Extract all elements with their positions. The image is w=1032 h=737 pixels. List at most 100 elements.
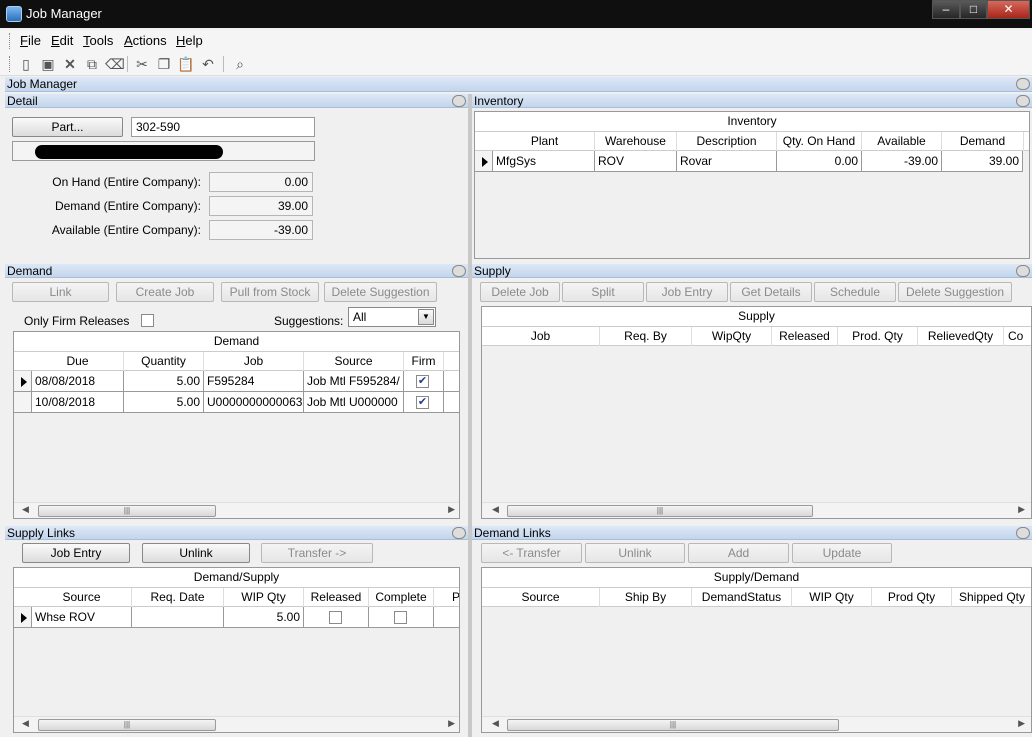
cell-job[interactable]: U0000000000063 xyxy=(204,392,304,412)
cell-released[interactable] xyxy=(304,607,369,627)
scroll-left-icon[interactable]: ◀ xyxy=(22,504,29,515)
complete-checkbox[interactable] xyxy=(394,611,407,624)
col-relievedqty[interactable]: RelievedQty xyxy=(918,327,1004,346)
released-checkbox[interactable] xyxy=(329,611,342,624)
minimize-button[interactable]: – xyxy=(932,0,960,19)
col-demand[interactable]: Demand xyxy=(942,132,1024,151)
cell-firm[interactable]: ✔ xyxy=(404,371,444,391)
menu-file[interactable]: File xyxy=(20,33,41,48)
col-wip-qty[interactable]: WIP Qty xyxy=(792,588,872,607)
part-description-field[interactable] xyxy=(12,141,315,161)
col-source[interactable]: Source xyxy=(304,352,404,371)
col-warehouse[interactable]: Warehouse xyxy=(595,132,677,151)
col-firm[interactable]: Firm xyxy=(404,352,444,371)
menu-help[interactable]: Help xyxy=(176,33,203,48)
cell-source[interactable]: Whse ROV xyxy=(32,607,132,627)
part-button[interactable]: Part... xyxy=(12,117,123,137)
col-wipqty[interactable]: WipQty xyxy=(692,327,772,346)
table-row[interactable]: 08/08/2018 5.00 F595284 Job Mtl F595284/… xyxy=(14,371,459,392)
row-selector[interactable] xyxy=(475,151,493,171)
cell-due[interactable]: 10/08/2018 xyxy=(32,392,124,412)
link-button[interactable]: Link xyxy=(12,282,109,302)
col-due[interactable]: Due xyxy=(32,352,124,371)
col-shipped-qty[interactable]: Shipped Qty xyxy=(952,588,1031,607)
scroll-right-icon[interactable]: ▶ xyxy=(1018,718,1025,729)
update-button[interactable]: Update xyxy=(792,543,892,563)
scrollbar-thumb[interactable]: ||| xyxy=(38,505,216,517)
cell-firm[interactable]: ✔ xyxy=(404,392,444,412)
cell-quantity[interactable]: 5.00 xyxy=(124,371,204,391)
save-icon[interactable]: ▣ xyxy=(39,55,57,73)
pin-icon[interactable] xyxy=(1016,95,1030,107)
cell-job[interactable]: F595284 xyxy=(204,371,304,391)
clear-icon[interactable]: ⌫ xyxy=(105,55,125,73)
part-number-field[interactable]: 302-590 xyxy=(131,117,315,137)
cell-source[interactable]: Job Mtl U000000 xyxy=(304,392,404,412)
col-wip-qty[interactable]: WIP Qty xyxy=(224,588,304,607)
scroll-right-icon[interactable]: ▶ xyxy=(448,504,455,515)
transfer-right-button[interactable]: Transfer -> xyxy=(261,543,373,563)
undo-icon[interactable]: ↶ xyxy=(199,55,217,73)
col-req-date[interactable]: Req. Date xyxy=(132,588,224,607)
add-button[interactable]: Add xyxy=(688,543,789,563)
col-p[interactable]: P xyxy=(434,588,459,607)
only-firm-checkbox[interactable] xyxy=(141,314,154,327)
cell-available[interactable]: -39.00 xyxy=(862,151,942,171)
split-button[interactable]: Split xyxy=(562,282,644,302)
scroll-left-icon[interactable]: ◀ xyxy=(492,504,499,515)
cut-icon[interactable]: ✂ xyxy=(133,55,151,73)
col-job[interactable]: Job xyxy=(204,352,304,371)
col-plant[interactable]: Plant xyxy=(495,132,595,151)
find-icon[interactable]: ⌕ xyxy=(231,55,249,73)
pin-icon[interactable] xyxy=(452,527,466,539)
pin-icon[interactable] xyxy=(452,265,466,277)
cell-req-date[interactable] xyxy=(132,607,224,627)
cell-quantity[interactable]: 5.00 xyxy=(124,392,204,412)
table-row[interactable]: MfgSys ROV Rovar 0.00 -39.00 39.00 xyxy=(475,151,1023,172)
col-complete[interactable]: Complete xyxy=(369,588,434,607)
scroll-right-icon[interactable]: ▶ xyxy=(448,718,455,729)
horizontal-scrollbar[interactable]: ◀ ||| ▶ xyxy=(482,716,1031,732)
cell-qty-on-hand[interactable]: 0.00 xyxy=(777,151,862,171)
schedule-button[interactable]: Schedule xyxy=(814,282,896,302)
scrollbar-thumb[interactable]: ||| xyxy=(507,719,839,731)
unlink-button[interactable]: Unlink xyxy=(142,543,250,563)
col-quantity[interactable]: Quantity xyxy=(124,352,204,371)
scroll-left-icon[interactable]: ◀ xyxy=(492,718,499,729)
copy-icon[interactable]: ❐ xyxy=(155,55,173,73)
row-selector[interactable] xyxy=(14,607,32,627)
suggestions-dropdown[interactable]: All ▼ xyxy=(348,307,436,327)
delete-job-button[interactable]: Delete Job xyxy=(480,282,560,302)
firm-checkbox[interactable]: ✔ xyxy=(416,396,429,409)
chevron-down-icon[interactable]: ▼ xyxy=(418,309,434,325)
col-ship-by[interactable]: Ship By xyxy=(600,588,692,607)
col-req-by[interactable]: Req. By xyxy=(600,327,692,346)
pin-icon[interactable] xyxy=(1016,265,1030,277)
maximize-button[interactable]: □ xyxy=(960,0,987,19)
row-selector[interactable] xyxy=(14,371,32,391)
pin-icon[interactable] xyxy=(1016,78,1030,90)
col-released[interactable]: Released xyxy=(304,588,369,607)
attach-icon[interactable]: ⧉ xyxy=(83,55,101,73)
horizontal-scrollbar[interactable]: ◀ ||| ▶ xyxy=(14,502,459,518)
cell-plant[interactable]: MfgSys xyxy=(493,151,595,171)
col-prod-qty[interactable]: Prod Qty xyxy=(872,588,952,607)
table-row[interactable]: Whse ROV 5.00 xyxy=(14,607,459,628)
paste-icon[interactable]: 📋 xyxy=(177,55,195,73)
delete-suggestion-button[interactable]: Delete Suggestion xyxy=(324,282,437,302)
col-source[interactable]: Source xyxy=(482,588,600,607)
job-entry-button[interactable]: Job Entry xyxy=(646,282,728,302)
menu-edit[interactable]: Edit xyxy=(51,33,73,48)
transfer-left-button[interactable]: <- Transfer xyxy=(481,543,582,563)
horizontal-scrollbar[interactable]: ◀ ||| ▶ xyxy=(482,502,1031,518)
delete-suggestion-button[interactable]: Delete Suggestion xyxy=(898,282,1012,302)
scroll-right-icon[interactable]: ▶ xyxy=(1018,504,1025,515)
menu-actions[interactable]: Actions xyxy=(124,33,167,48)
close-button[interactable]: ✕ xyxy=(987,0,1030,19)
pin-icon[interactable] xyxy=(1016,527,1030,539)
cell-complete[interactable] xyxy=(369,607,434,627)
cell-wip-qty[interactable]: 5.00 xyxy=(224,607,304,627)
col-qty-on-hand[interactable]: Qty. On Hand xyxy=(777,132,862,151)
col-available[interactable]: Available xyxy=(862,132,942,151)
delete-icon[interactable]: ✕ xyxy=(61,55,79,73)
